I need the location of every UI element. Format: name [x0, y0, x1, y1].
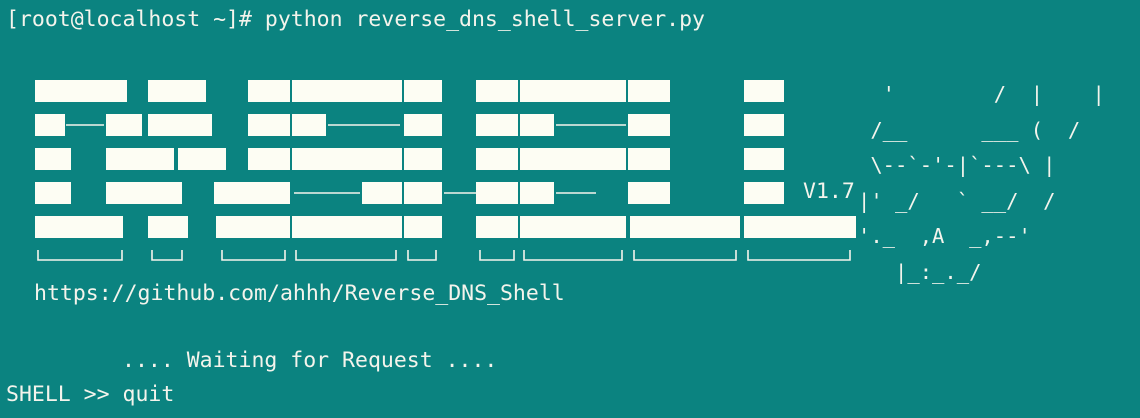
- shell-input[interactable]: quit: [123, 382, 175, 407]
- shell-prompt-line[interactable]: SHELL >> quit: [6, 384, 174, 406]
- waiting-status: .... Waiting for Request ....: [122, 348, 498, 373]
- command-line: [root@localhost ~]# python reverse_dns_s…: [6, 7, 705, 32]
- terminal-window[interactable]: [root@localhost ~]# python reverse_dns_s…: [0, 0, 1140, 418]
- shell-ascii-art: ' / | | /__ ___ ( / \--`-'-|`---\ | |' _…: [858, 82, 1105, 284]
- dnsshell-ascii-banner: [35, 80, 856, 261]
- github-url: https://github.com/ahhh/Reverse_DNS_Shel…: [34, 281, 565, 306]
- version-label: V1.7: [803, 179, 855, 204]
- shell-prompt: SHELL >>: [6, 382, 123, 407]
